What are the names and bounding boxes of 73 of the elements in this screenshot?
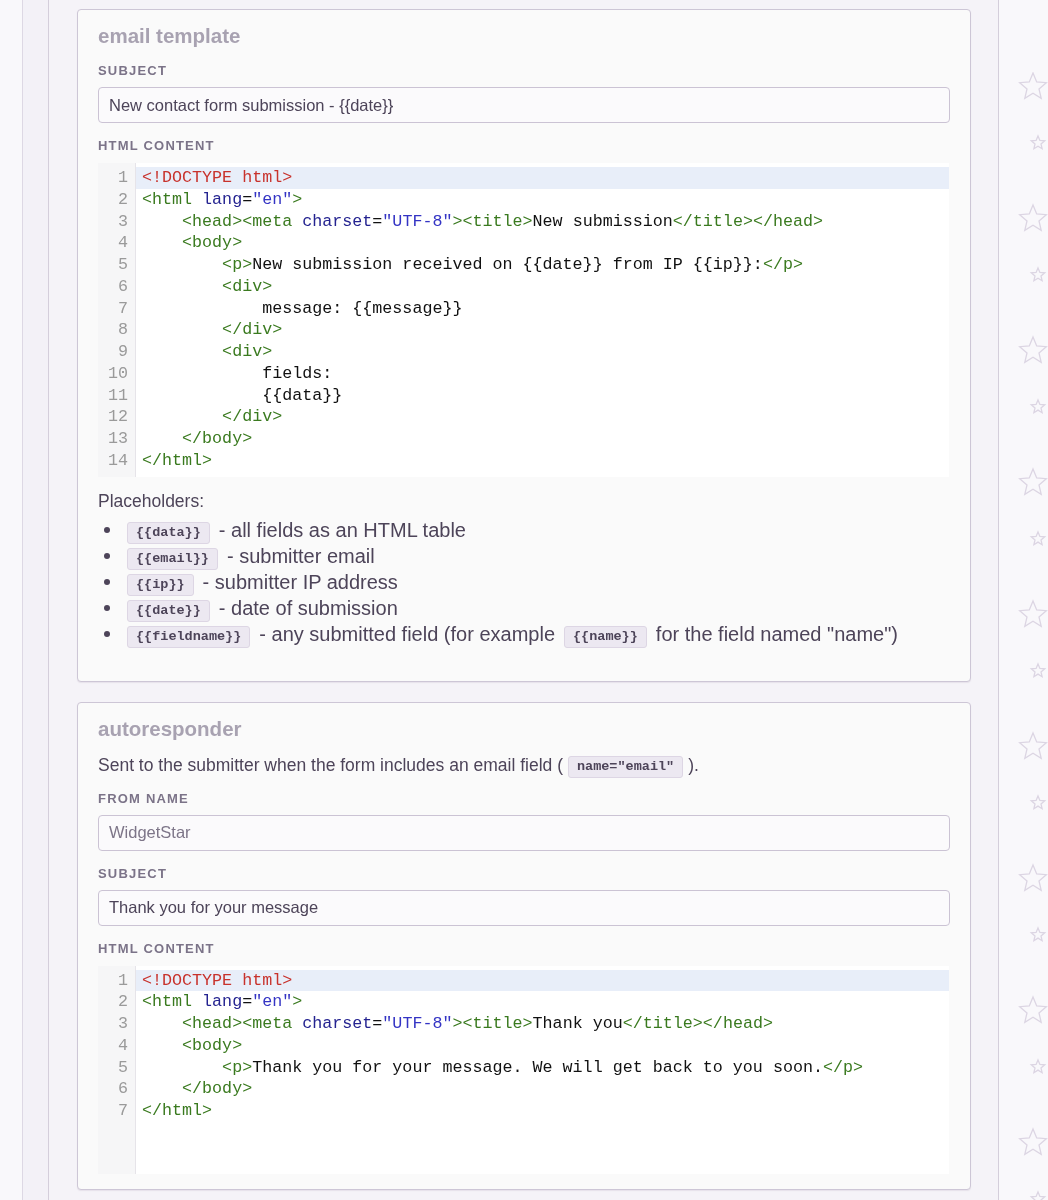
code-line: <p>Thank you for your message. We will get back to you soon.</p> <box>221 1056 865 1079</box>
line-number: 10 <box>106 362 129 385</box>
line-number: 6 <box>117 275 129 298</box>
code-line: </div> <box>221 319 284 341</box>
placeholder-description: - any submitted field (for example <box>259 622 555 645</box>
bullet-icon <box>104 552 110 559</box>
line-number: 7 <box>117 1100 129 1122</box>
code-line: {{data}} <box>261 384 344 407</box>
bullet-icon <box>104 630 110 637</box>
bullet-icon <box>104 578 110 585</box>
description-text: ). <box>688 754 699 775</box>
line-number: 5 <box>117 254 129 276</box>
placeholder-description: for the field named "name") <box>655 622 898 645</box>
code-line: <body> <box>181 232 244 254</box>
bullet-icon <box>104 526 110 533</box>
placeholder-code: {{ip}} <box>127 573 194 596</box>
line-number: 13 <box>106 428 129 450</box>
placeholder-description: - submitter email <box>226 544 375 567</box>
placeholder-code: {{date}} <box>127 599 210 622</box>
code-line: </html> <box>141 449 214 472</box>
placeholder-description: - submitter IP address <box>202 570 398 593</box>
line-number: 3 <box>117 1013 129 1035</box>
section-title: autoresponder <box>98 715 243 742</box>
bullet-icon <box>104 604 110 611</box>
code-line: <p>New submission received on {{date}} from IP {{ip}}:</p> <box>221 254 804 276</box>
code-line: </body> <box>181 1078 254 1100</box>
line-number: 1 <box>117 167 129 189</box>
placeholder-description: - all fields as an HTML table <box>218 518 466 541</box>
line-number: 11 <box>106 384 129 407</box>
line-number: 2 <box>117 991 129 1013</box>
placeholder-code: {{name}} <box>564 625 647 648</box>
code-line: <html lang="en"> <box>141 188 304 211</box>
code-line: <head><meta charset="UTF-8"><title>Thank you</title></head> <box>181 1013 774 1035</box>
text-input[interactable]: Thank you for your message <box>98 889 950 926</box>
code-line: </html> <box>141 1100 214 1122</box>
inline-code: name="email" <box>567 755 684 778</box>
code-editor[interactable] <box>98 163 949 477</box>
code-line: <head><meta charset="UTF-8"><title>New submission</title></head> <box>181 210 824 233</box>
field-label: FROM NAME <box>98 789 190 808</box>
field-label: SUBJECT <box>98 62 169 80</box>
code-editor[interactable]: 1 2 3 4 5 6 7 <!DOCTYPE html> <html lang="en"> <head><meta charset="UTF-8"><title>Thank you</title></head> <body> <p>Thank you for your message. We will get back to you soon.</p> </body> </html> <box>98 965 949 1174</box>
code-line: </body> <box>181 428 254 450</box>
line-number: 14 <box>106 449 129 472</box>
placeholder-code: {{data}} <box>127 521 210 544</box>
field-label: HTML CONTENT <box>98 939 216 958</box>
code-line: <div> <box>221 275 274 298</box>
code-line: </div> <box>221 406 284 428</box>
code-line: message: {{message}} <box>261 297 464 320</box>
field-label: HTML CONTENT <box>98 137 216 155</box>
line-number: 4 <box>117 1034 129 1057</box>
line-number: 8 <box>117 319 129 341</box>
line-number: 5 <box>117 1056 129 1079</box>
code-line: <body> <box>181 1034 244 1057</box>
placeholder-code: {{fieldname}} <box>127 625 251 648</box>
placeholders-heading: Placeholders: <box>98 489 206 512</box>
line-number: 12 <box>106 406 129 428</box>
line-number: 9 <box>117 341 129 363</box>
line-number: 6 <box>117 1078 129 1100</box>
code-line: fields: <box>261 362 334 385</box>
section-title: email template <box>98 23 242 49</box>
line-number: 1 <box>117 969 129 992</box>
line-number: 3 <box>117 210 129 233</box>
code-line: <div> <box>221 341 274 363</box>
placeholder-description: - date of submission <box>218 596 398 619</box>
description-text: Sent to the submitter when the form includes an email field ( <box>98 754 563 775</box>
code-line: <html lang="en"> <box>141 991 304 1013</box>
line-number: 2 <box>117 188 129 211</box>
placeholder-code: {{email}} <box>127 547 218 570</box>
line-number: 4 <box>117 232 129 254</box>
text-input[interactable]: New contact form submission - {{date}} <box>98 87 950 123</box>
text-input[interactable]: WidgetStar <box>98 814 950 851</box>
line-number: 7 <box>117 297 129 320</box>
field-label: SUBJECT <box>98 864 169 883</box>
